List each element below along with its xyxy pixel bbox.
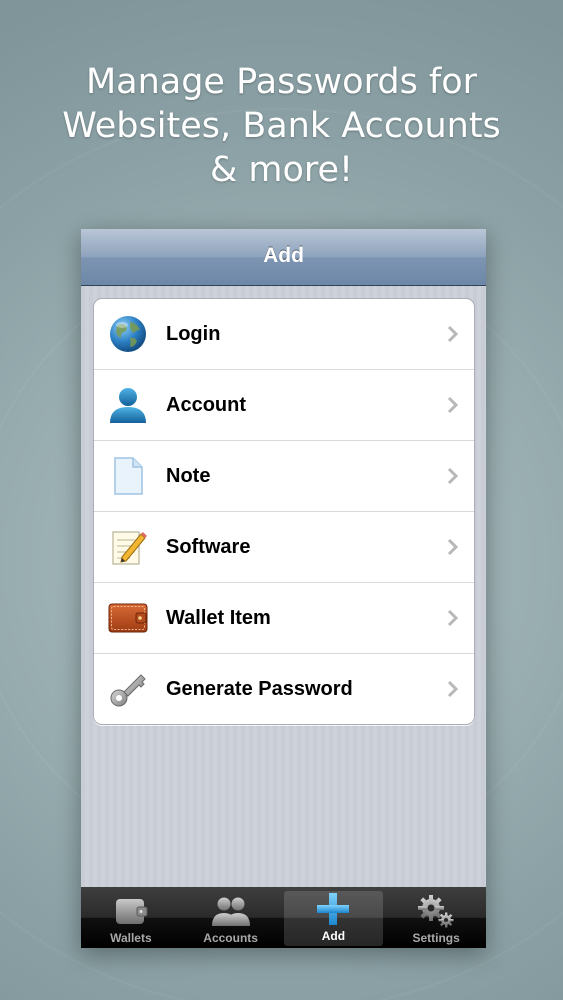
list-item-account[interactable]: Account xyxy=(94,370,474,441)
chevron-right-icon xyxy=(447,467,459,485)
list-item-label: Software xyxy=(166,535,251,558)
tab-wallets[interactable]: Wallets xyxy=(81,887,181,948)
tab-label: Settings xyxy=(412,931,460,945)
list-item-label: Account xyxy=(166,393,246,416)
list-item-label: Wallet Item xyxy=(166,606,271,629)
tab-label: Wallets xyxy=(110,931,152,945)
wallet-icon xyxy=(108,598,148,638)
chevron-right-icon xyxy=(447,609,459,627)
globe-icon xyxy=(108,314,148,354)
chevron-right-icon xyxy=(447,538,459,556)
list-item-label: Generate Password xyxy=(166,677,353,700)
plus-tab-icon xyxy=(317,893,350,925)
wallet-tab-icon xyxy=(115,899,148,924)
page-title: Add xyxy=(263,244,304,267)
list-item-generate-password[interactable]: Generate Password xyxy=(94,654,474,724)
tab-accounts[interactable]: Accounts xyxy=(181,887,281,948)
accounts-tab-icon xyxy=(211,897,250,926)
list-item-label: Login xyxy=(166,322,221,345)
headline-line-1: Manage Passwords for xyxy=(85,62,478,102)
chevron-right-icon xyxy=(447,396,459,414)
list-item-software[interactable]: Software xyxy=(94,512,474,583)
document-icon xyxy=(108,456,148,496)
tab-label: Accounts xyxy=(203,931,258,945)
tab-bar: Wallets Accounts Add Settings xyxy=(81,887,486,948)
list-item-wallet-item[interactable]: Wallet Item xyxy=(94,583,474,654)
chevron-right-icon xyxy=(447,680,459,698)
navigation-bar: Add xyxy=(81,229,486,286)
key-icon xyxy=(108,669,148,709)
tab-add[interactable]: Add xyxy=(283,891,384,946)
headline-line-3: & more! xyxy=(209,150,354,190)
phone-screen: Add Login Account Note Software Wallet I… xyxy=(81,229,486,948)
add-item-list: Login Account Note Software Wallet Item … xyxy=(93,298,475,725)
list-item-note[interactable]: Note xyxy=(94,441,474,512)
tab-label: Add xyxy=(321,929,346,943)
notepad-pencil-icon xyxy=(108,527,148,567)
list-item-label: Note xyxy=(166,464,211,487)
chevron-right-icon xyxy=(447,325,459,343)
person-icon xyxy=(108,385,148,425)
tab-settings[interactable]: Settings xyxy=(386,887,486,948)
list-item-login[interactable]: Login xyxy=(94,299,474,370)
gears-tab-icon xyxy=(418,895,454,928)
promo-headline: Manage Passwords for Websites, Bank Acco… xyxy=(0,60,563,192)
headline-line-2: Websites, Bank Accounts xyxy=(62,106,501,146)
